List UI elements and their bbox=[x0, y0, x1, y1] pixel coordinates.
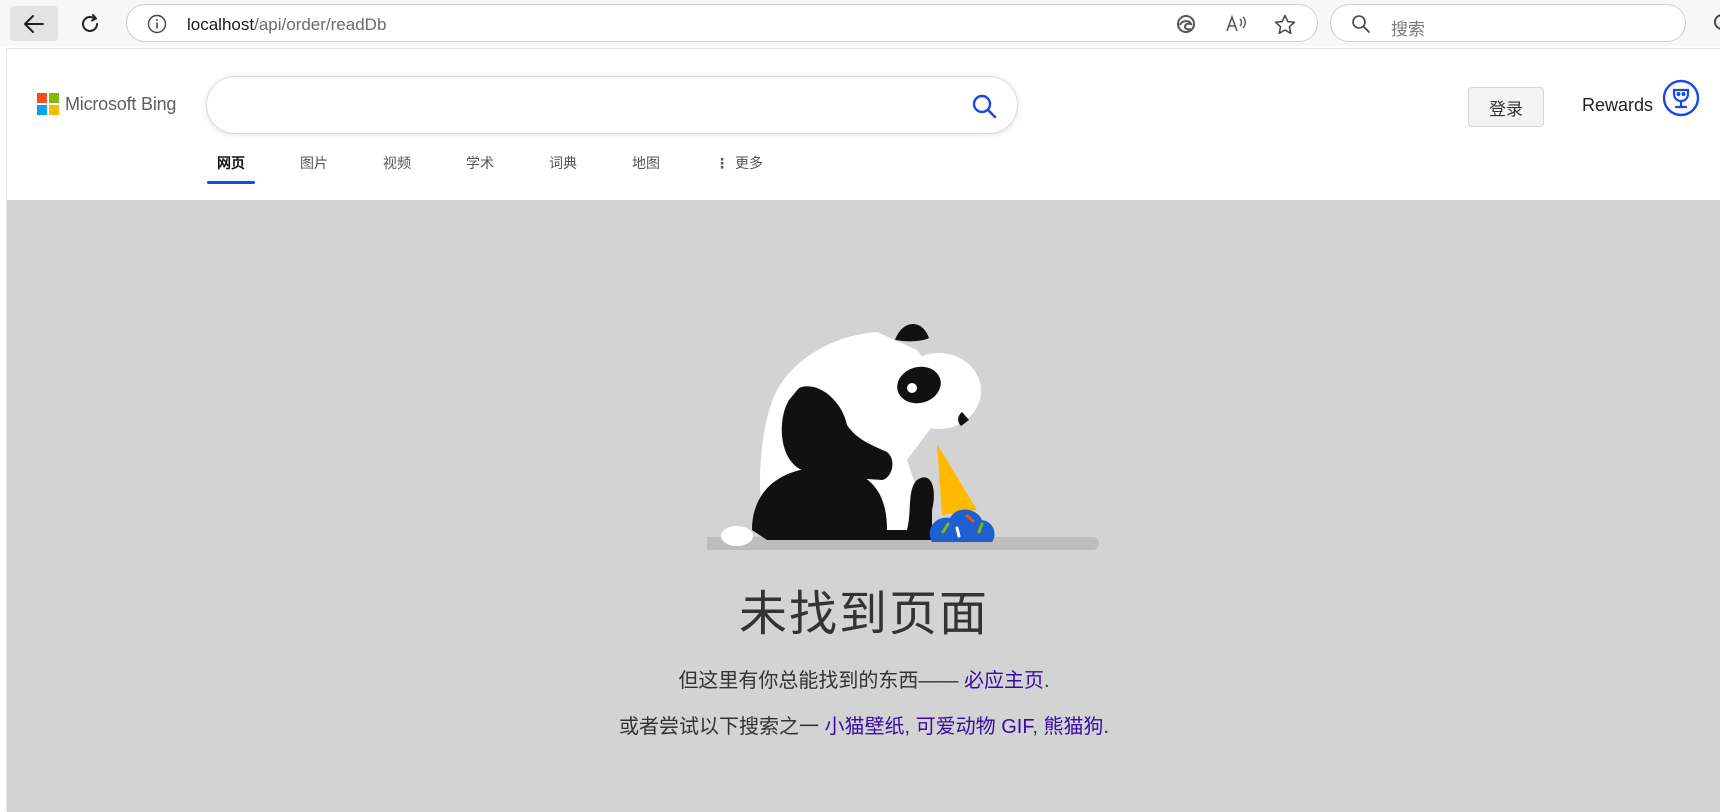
bing-logo-text: Microsoft Bing bbox=[65, 93, 177, 114]
url-path: /api/order/readDb bbox=[254, 15, 387, 34]
suggestion-separator: , bbox=[1032, 716, 1044, 738]
browser-toolbar: localhost/api/order/readDb 搜索 bbox=[0, 0, 1720, 46]
tab-images[interactable]: 图片 bbox=[290, 142, 338, 184]
tab-videos[interactable]: 视频 bbox=[373, 142, 421, 184]
bing-search-input[interactable] bbox=[231, 91, 935, 121]
suggestion-link-kitten-wallpaper[interactable]: 小猫壁纸 bbox=[825, 716, 905, 738]
suggestion-end: . bbox=[1103, 716, 1110, 738]
settings-gear-icon[interactable] bbox=[1708, 12, 1720, 32]
favorite-star-icon[interactable] bbox=[1274, 14, 1296, 35]
search-icon[interactable] bbox=[971, 93, 997, 119]
bing-search-box[interactable] bbox=[206, 76, 1018, 134]
search-suggestions: 或者尝试以下搜索之一 小猫壁纸, 可爱动物 GIF, 熊猫狗. bbox=[7, 710, 1720, 739]
bing-nav-tabs: 网页 图片 视频 学术 词典 地图 ⋮ 更多 bbox=[207, 142, 808, 184]
suggestion-link-cute-animals-gif[interactable]: 可爱动物 GIF bbox=[916, 716, 1033, 738]
microsoft-logo-icon bbox=[37, 93, 59, 115]
logo-square-yellow bbox=[49, 105, 59, 115]
logo-square-green bbox=[49, 93, 59, 103]
search-icon bbox=[1352, 15, 1370, 33]
rewards-link[interactable]: Rewards bbox=[1582, 95, 1653, 116]
bing-home-link[interactable]: 必应主页 bbox=[964, 670, 1044, 692]
browser-search-box[interactable]: 搜索 bbox=[1330, 4, 1686, 42]
suggestion-separator: , bbox=[904, 716, 916, 738]
error-content: 未找到页面 但这里有你总能找到的东西—— 必应主页. 或者尝试以下搜索之一 小猫… bbox=[7, 200, 1720, 812]
back-button[interactable] bbox=[10, 6, 58, 41]
rewards-trophy-icon[interactable] bbox=[1662, 79, 1700, 117]
home-suggestion-end: . bbox=[1044, 670, 1050, 692]
address-bar[interactable]: localhost/api/order/readDb bbox=[126, 4, 1318, 42]
tab-more[interactable]: ⋮ 更多 bbox=[705, 142, 773, 184]
tab-more-label: 更多 bbox=[735, 155, 763, 171]
logo-square-red bbox=[37, 93, 47, 103]
url-text[interactable]: localhost/api/order/readDb bbox=[187, 15, 386, 35]
bing-logo[interactable]: Microsoft Bing bbox=[37, 93, 176, 115]
tab-maps[interactable]: 地图 bbox=[622, 142, 670, 184]
site-info-icon[interactable] bbox=[147, 14, 167, 34]
home-suggestion-text: 但这里有你总能找到的东西—— bbox=[678, 670, 959, 692]
browser-search-placeholder: 搜索 bbox=[1391, 20, 1425, 39]
back-arrow-icon bbox=[24, 14, 44, 33]
logo-square-blue bbox=[37, 105, 47, 115]
tab-dictionary[interactable]: 词典 bbox=[539, 142, 587, 184]
edge-icon[interactable] bbox=[1176, 14, 1196, 34]
more-dots-icon: ⋮ bbox=[715, 154, 729, 171]
search-suggestions-text: 或者尝试以下搜索之一 bbox=[618, 716, 819, 738]
bing-page: Microsoft Bing 登录 Rewards 网页 图片 视频 学术 词典… bbox=[6, 48, 1720, 812]
tab-academic[interactable]: 学术 bbox=[456, 142, 504, 184]
sad-panda-illustration bbox=[707, 323, 1099, 550]
tab-web[interactable]: 网页 bbox=[207, 142, 255, 184]
suggestion-link-panda-dog[interactable]: 熊猫狗 bbox=[1043, 716, 1103, 738]
error-title: 未找到页面 bbox=[738, 588, 989, 641]
url-host: localhost bbox=[187, 15, 255, 34]
login-button[interactable]: 登录 bbox=[1468, 87, 1544, 127]
refresh-icon bbox=[82, 13, 98, 32]
read-aloud-icon[interactable] bbox=[1225, 14, 1247, 34]
refresh-button[interactable] bbox=[66, 6, 114, 41]
home-suggestion: 但这里有你总能找到的东西—— 必应主页. bbox=[7, 664, 1720, 693]
